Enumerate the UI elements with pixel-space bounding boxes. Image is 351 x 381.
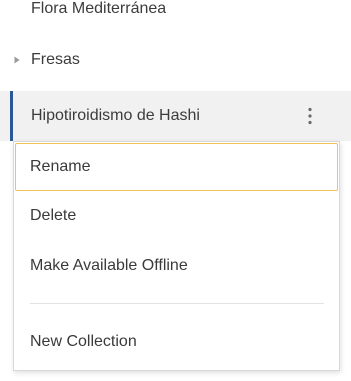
- tree-item-fresas[interactable]: Fresas: [0, 41, 351, 79]
- tree-item-flora-mediterranea[interactable]: Flora Mediterránea: [0, 0, 351, 30]
- menu-item-make-available-offline[interactable]: Make Available Offline: [14, 243, 339, 289]
- context-menu: Rename Delete Make Available Offline New…: [13, 141, 340, 371]
- kebab-vertical-icon[interactable]: [300, 91, 320, 141]
- tree-item-hipotiroidismo[interactable]: Hipotiroidismo de Hashi: [0, 91, 351, 141]
- tree-item-label: Fresas: [31, 51, 80, 68]
- menu-divider: [30, 303, 324, 304]
- selection-indicator: [10, 91, 13, 141]
- menu-item-rename[interactable]: Rename: [15, 143, 338, 191]
- notebook-tree-panel: Flora Mediterránea Fresas Hipotiroidismo…: [0, 0, 351, 381]
- tree-item-label: Hipotiroidismo de Hashi: [31, 107, 200, 124]
- menu-item-new-collection[interactable]: New Collection: [14, 319, 339, 365]
- tree-item-label: Flora Mediterránea: [31, 0, 167, 17]
- menu-item-delete[interactable]: Delete: [14, 193, 339, 239]
- triangle-right-icon[interactable]: [12, 41, 22, 79]
